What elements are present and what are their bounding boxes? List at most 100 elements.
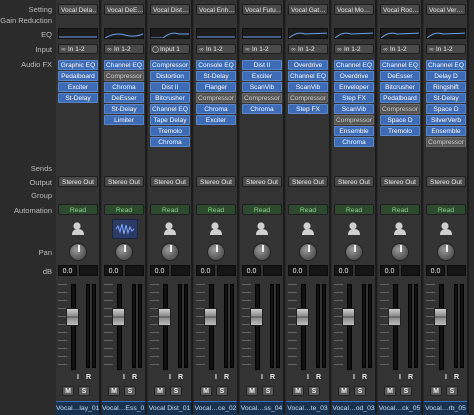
solo-button[interactable]: S — [400, 386, 412, 396]
automation-mode-button[interactable]: Read — [334, 204, 374, 215]
plugin-slot[interactable]: SilverVerb — [426, 115, 466, 125]
automation-mode-button[interactable]: Read — [426, 204, 466, 215]
head-icon[interactable] — [250, 219, 274, 237]
head-icon[interactable] — [158, 219, 182, 237]
track-name[interactable]: Vocal…ce_02 — [194, 401, 237, 415]
plugin-slot[interactable]: Dist II — [150, 82, 190, 92]
plugin-slot[interactable]: Tremolo — [380, 126, 420, 136]
plugin-slot[interactable]: Compressor — [104, 71, 144, 81]
plugin-slot[interactable]: St-Delay — [196, 71, 236, 81]
plugin-slot[interactable]: Compressor — [380, 104, 420, 114]
pan-knob[interactable] — [161, 243, 179, 261]
peak-display[interactable] — [355, 265, 374, 276]
solo-button[interactable]: S — [170, 386, 182, 396]
setting-button[interactable]: Vocal Roc… — [380, 4, 420, 15]
plugin-slot[interactable]: Tape Delay — [150, 115, 190, 125]
setting-button[interactable]: Vocal Dela… — [58, 4, 98, 15]
plugin-slot[interactable]: Channel EQ — [426, 60, 466, 70]
mute-button[interactable]: M — [62, 386, 74, 396]
eq-thumbnail[interactable] — [58, 28, 98, 39]
plugin-slot[interactable]: Ensemble — [426, 126, 466, 136]
input-monitor-button[interactable]: I — [169, 374, 171, 381]
plugin-slot[interactable]: Enveloper — [334, 82, 374, 92]
track-name[interactable]: Vocal Dist_01 — [148, 401, 191, 415]
plugin-slot[interactable]: Compressor — [288, 93, 328, 103]
input-monitor-button[interactable]: I — [261, 374, 263, 381]
plugin-slot[interactable]: Distortion — [150, 71, 190, 81]
mute-button[interactable]: M — [384, 386, 396, 396]
record-enable-button[interactable]: R — [86, 374, 91, 381]
plugin-slot[interactable]: Chroma — [334, 137, 374, 147]
plugin-slot[interactable]: Overdrive — [288, 60, 328, 70]
peak-display[interactable] — [447, 265, 466, 276]
output-slot[interactable]: Stereo Out — [334, 176, 374, 187]
track-name[interactable]: Vocal…ss_04 — [240, 401, 283, 415]
eq-thumbnail[interactable] — [196, 28, 236, 39]
input-monitor-button[interactable]: I — [307, 374, 309, 381]
solo-button[interactable]: S — [78, 386, 90, 396]
input-monitor-button[interactable]: I — [445, 374, 447, 381]
track-name[interactable]: Vocal…te_03 — [286, 401, 329, 415]
plugin-slot[interactable]: ScanVib — [334, 104, 374, 114]
record-enable-button[interactable]: R — [132, 374, 137, 381]
volume-db-display[interactable]: 0.0 — [150, 265, 169, 276]
eq-thumbnail[interactable] — [426, 28, 466, 39]
pan-knob[interactable] — [299, 243, 317, 261]
plugin-slot[interactable]: Compressor — [426, 137, 466, 147]
peak-display[interactable] — [171, 265, 190, 276]
plugin-slot[interactable]: Pedalboard — [58, 71, 98, 81]
track-name[interactable]: Vocal…lay_01 — [56, 401, 99, 415]
plugin-slot[interactable]: St-Delay — [426, 93, 466, 103]
plugin-slot[interactable]: Exciter — [58, 82, 98, 92]
peak-display[interactable] — [125, 265, 144, 276]
output-slot[interactable]: Stereo Out — [288, 176, 328, 187]
plugin-slot[interactable]: Chroma — [196, 104, 236, 114]
plugin-slot[interactable]: Exciter — [242, 71, 282, 81]
setting-button[interactable]: Vocal Gat… — [288, 4, 328, 15]
automation-mode-button[interactable]: Read — [380, 204, 420, 215]
mute-button[interactable]: M — [108, 386, 120, 396]
pan-knob[interactable] — [207, 243, 225, 261]
pan-knob[interactable] — [437, 243, 455, 261]
plugin-slot[interactable]: Compressor — [150, 60, 190, 70]
plugin-slot[interactable]: Tremolo — [150, 126, 190, 136]
volume-fader[interactable] — [204, 308, 217, 326]
plugin-slot[interactable]: Graphic EQ — [58, 60, 98, 70]
mute-button[interactable]: M — [430, 386, 442, 396]
input-monitor-button[interactable]: I — [399, 374, 401, 381]
peak-display[interactable] — [217, 265, 236, 276]
plugin-slot[interactable]: Exciter — [196, 115, 236, 125]
input-slot[interactable]: ∞ In 1-2 — [334, 44, 374, 54]
plugin-slot[interactable]: Limiter — [104, 115, 144, 125]
volume-fader[interactable] — [158, 308, 171, 326]
plugin-slot[interactable]: Channel EQ — [288, 71, 328, 81]
track-name[interactable]: Vocal…ck_05 — [378, 401, 421, 415]
volume-fader[interactable] — [66, 308, 79, 326]
volume-db-display[interactable]: 0.0 — [58, 265, 77, 276]
input-slot[interactable]: ∞ In 1-2 — [242, 44, 282, 54]
plugin-slot[interactable]: Compressor — [242, 93, 282, 103]
output-slot[interactable]: Stereo Out — [196, 176, 236, 187]
volume-fader[interactable] — [250, 308, 263, 326]
input-slot[interactable]: ◯Input 1 — [150, 44, 190, 54]
mute-button[interactable]: M — [338, 386, 350, 396]
head-icon[interactable] — [296, 219, 320, 237]
plugin-slot[interactable]: Ensemble — [334, 126, 374, 136]
solo-button[interactable]: S — [354, 386, 366, 396]
input-slot[interactable]: ∞ In 1-2 — [58, 44, 98, 54]
plugin-slot[interactable]: Compressor — [334, 115, 374, 125]
record-enable-button[interactable]: R — [454, 374, 459, 381]
setting-button[interactable]: Vocal Enh… — [196, 4, 236, 15]
automation-mode-button[interactable]: Read — [58, 204, 98, 215]
volume-db-display[interactable]: 0.0 — [196, 265, 215, 276]
input-monitor-button[interactable]: I — [353, 374, 355, 381]
pan-knob[interactable] — [391, 243, 409, 261]
plugin-slot[interactable]: DeEsser — [380, 71, 420, 81]
pan-knob[interactable] — [69, 243, 87, 261]
mute-button[interactable]: M — [246, 386, 258, 396]
plugin-slot[interactable]: DeEsser — [104, 93, 144, 103]
output-slot[interactable]: Stereo Out — [242, 176, 282, 187]
pan-knob[interactable] — [253, 243, 271, 261]
automation-mode-button[interactable]: Read — [242, 204, 282, 215]
eq-thumbnail[interactable] — [104, 28, 144, 39]
